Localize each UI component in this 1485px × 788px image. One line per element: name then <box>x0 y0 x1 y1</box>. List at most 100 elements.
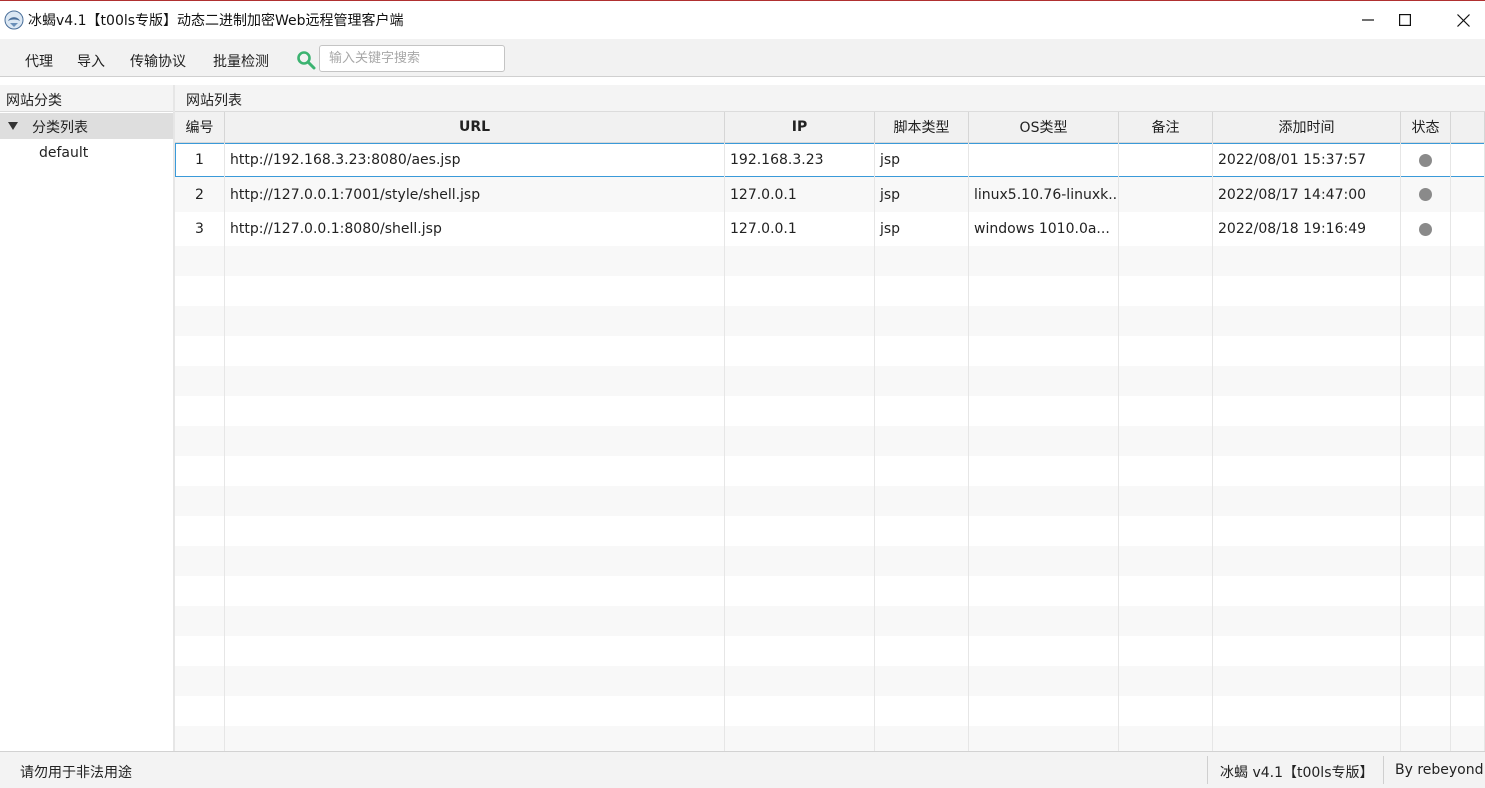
cell-note <box>1119 276 1213 306</box>
column-header-status[interactable]: 状态 <box>1401 112 1451 142</box>
cell-extra <box>1451 177 1485 212</box>
cell-note <box>1119 636 1213 666</box>
empty-table-row <box>175 366 1485 396</box>
cell-os-type <box>969 546 1119 576</box>
cell-id <box>175 516 225 546</box>
cell-extra <box>1451 636 1485 666</box>
cell-extra <box>1451 576 1485 606</box>
cell-add-time <box>1213 576 1401 606</box>
cell-extra <box>1451 426 1485 456</box>
cell-os-type <box>969 246 1119 276</box>
empty-table-row <box>175 546 1485 576</box>
app-window: 冰蝎v4.1【t00ls专版】动态二进制加密Web远程管理客户端 代理 导入 传… <box>0 0 1485 788</box>
cell-os-type <box>969 336 1119 366</box>
minimize-icon <box>1362 19 1374 21</box>
cell-script-type <box>875 666 969 696</box>
status-author-text: By rebeyond <box>1395 762 1484 778</box>
cell-status <box>1401 276 1451 306</box>
cell-extra <box>1451 276 1485 306</box>
column-header-script-type[interactable]: 脚本类型 <box>875 112 969 142</box>
table-row[interactable]: 2 http://127.0.0.1:7001/style/shell.jsp 12… <box>175 177 1485 212</box>
cell-ip <box>725 486 875 516</box>
cell-ip <box>725 666 875 696</box>
close-button[interactable] <box>1440 1 1485 39</box>
table-row[interactable]: 1 http://192.168.3.23:8080/aes.jsp 192.168… <box>175 143 1485 177</box>
menu-transport-protocol[interactable]: 传输协议 <box>130 51 186 71</box>
cell-url <box>225 456 725 486</box>
search-input[interactable] <box>319 45 505 72</box>
site-list-header: 网站列表 <box>175 85 1485 112</box>
menu-batch-check[interactable]: 批量检测 <box>213 51 269 71</box>
column-header-id[interactable]: 编号 <box>175 112 225 142</box>
window-title: 冰蝎v4.1【t00ls专版】动态二进制加密Web远程管理客户端 <box>28 13 404 29</box>
cell-ip <box>725 246 875 276</box>
cell-note <box>1119 696 1213 726</box>
cell-id <box>175 546 225 576</box>
empty-table-row <box>175 696 1485 726</box>
menu-bar: 代理 导入 传输协议 批量检测 <box>0 39 1485 77</box>
table-body: 1 http://192.168.3.23:8080/aes.jsp 192.168… <box>175 143 1485 751</box>
cell-script-type <box>875 246 969 276</box>
tree-root-label: 分类列表 <box>32 120 88 136</box>
cell-url <box>225 486 725 516</box>
cell-note <box>1119 456 1213 486</box>
cell-extra <box>1451 726 1485 751</box>
status-indicator-icon <box>1419 188 1432 201</box>
cell-add-time <box>1213 426 1401 456</box>
cell-ip: 127.0.0.1 <box>725 212 875 246</box>
cell-ip <box>725 576 875 606</box>
cell-note <box>1119 306 1213 336</box>
cell-os-type <box>969 276 1119 306</box>
cell-note <box>1119 426 1213 456</box>
status-indicator-icon <box>1419 222 1432 236</box>
cell-script-type <box>875 576 969 606</box>
tree-item-default[interactable]: default <box>39 145 88 161</box>
cell-script-type <box>875 426 969 456</box>
cell-add-time <box>1213 666 1401 696</box>
menu-proxy[interactable]: 代理 <box>25 51 53 71</box>
cell-url <box>225 606 725 636</box>
cell-script-type <box>875 726 969 751</box>
column-header-note[interactable]: 备注 <box>1119 112 1213 142</box>
column-header-url[interactable]: URL <box>225 112 725 142</box>
cell-add-time <box>1213 366 1401 396</box>
tree-root-category-list[interactable]: 分类列表 <box>0 113 173 139</box>
cell-extra <box>1451 336 1485 366</box>
table-row[interactable]: 3 http://127.0.0.1:8080/shell.jsp 127.0.0.… <box>175 212 1485 246</box>
cell-note <box>1119 396 1213 426</box>
cell-url <box>225 726 725 751</box>
cell-extra <box>1451 516 1485 546</box>
cell-add-time <box>1213 396 1401 426</box>
cell-script-type <box>875 486 969 516</box>
status-bar: 请勿用于非法用途 冰蝎 v4.1【t00ls专版】 By rebeyond <box>0 751 1485 788</box>
cell-ip <box>725 366 875 396</box>
menu-import[interactable]: 导入 <box>77 51 105 71</box>
cell-url <box>225 276 725 306</box>
cell-id <box>175 276 225 306</box>
cell-url <box>225 426 725 456</box>
maximize-button[interactable] <box>1382 1 1428 39</box>
cell-add-time <box>1213 726 1401 751</box>
cell-script-type: jsp <box>875 177 969 212</box>
column-header-ip[interactable]: IP <box>725 112 875 142</box>
cell-status <box>1401 396 1451 426</box>
cell-url <box>225 546 725 576</box>
cell-url <box>225 396 725 426</box>
cell-add-time <box>1213 276 1401 306</box>
cell-id <box>175 606 225 636</box>
cell-status <box>1401 696 1451 726</box>
cell-url: http://127.0.0.1:8080/shell.jsp <box>225 212 725 246</box>
empty-table-row <box>175 606 1485 636</box>
cell-ip <box>725 606 875 636</box>
cell-script-type <box>875 636 969 666</box>
cell-status <box>1401 576 1451 606</box>
column-header-add-time[interactable]: 添加时间 <box>1213 112 1401 142</box>
cell-note <box>1119 336 1213 366</box>
search-icon[interactable] <box>296 50 316 70</box>
cell-ip <box>725 396 875 426</box>
cell-extra <box>1451 246 1485 276</box>
cell-id <box>175 366 225 396</box>
column-header-os-type[interactable]: OS类型 <box>969 112 1119 142</box>
cell-extra <box>1451 306 1485 336</box>
expand-arrow-icon[interactable] <box>8 122 18 130</box>
